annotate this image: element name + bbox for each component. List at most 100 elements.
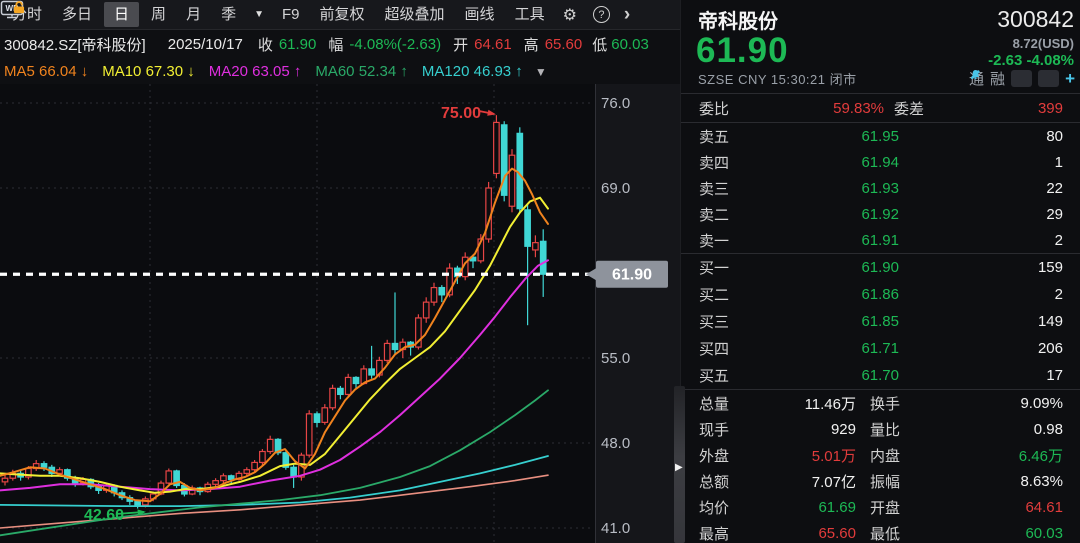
help-icon[interactable]: ? — [593, 6, 610, 23]
level-volume: 29 — [899, 206, 1063, 223]
stock-name: 帝科股份 — [698, 5, 778, 34]
toolbar-item-画线[interactable]: 画线 — [455, 0, 505, 29]
kline-chart[interactable]: 76.069.055.048.041.061.9075.0042.60 — [0, 84, 680, 543]
toolbar-item-超级叠加[interactable]: 超级叠加 — [375, 0, 455, 29]
ma-item-ma10: MA10 67.30 ↓ — [102, 63, 195, 80]
level-label: 买四 — [699, 338, 759, 359]
bid-row[interactable]: 买一61.90159 — [681, 254, 1080, 281]
quote-panel: 帝科股份 300842 61.90 8.72(USD) -2.63 -4.08%… — [680, 0, 1080, 543]
stock-terminal-window: 分时多日日周月季▼F9前复权超级叠加画线工具⚙?› 300842.SZ[帝科股份… — [0, 0, 1080, 543]
level-price[interactable]: 61.70 — [759, 367, 899, 384]
stat-value: 61.69 — [761, 499, 856, 516]
ask-row[interactable]: 卖三61.9322 — [681, 175, 1080, 201]
ma-item-ma60: MA60 52.34 ↑ — [315, 63, 408, 80]
ma-line-ma10 — [0, 198, 548, 493]
margin-tag-融: 融 — [990, 68, 1005, 89]
level-volume: 17 — [899, 367, 1063, 384]
toolbar-item-工具[interactable]: 工具 — [505, 0, 555, 29]
level-label: 卖三 — [699, 178, 759, 199]
edit-button[interactable] — [1011, 70, 1032, 87]
low-value: 60.03 — [611, 36, 649, 53]
stats-row: 总额7.07亿振幅8.63% — [681, 468, 1080, 494]
alert-button[interactable] — [1038, 70, 1059, 87]
info-segment: 高 — [524, 34, 539, 55]
axis-tick: 55.0 — [601, 350, 630, 367]
info-segment: 65.60 — [545, 36, 583, 53]
stats-row: 均价61.69开盘64.61 — [681, 494, 1080, 520]
period-dropdown-icon[interactable]: ▼ — [246, 9, 272, 20]
toolbar-item-日[interactable]: 日 — [104, 2, 139, 27]
stock-code: 300842 — [997, 6, 1074, 33]
level-volume: 1 — [899, 154, 1063, 171]
bid-row[interactable]: 买四61.71206 — [681, 335, 1080, 362]
expand-arrow-icon[interactable]: ▶ — [675, 462, 683, 473]
quote-info-bar: 300842.SZ[帝科股份]2025/10/17收61.90幅-4.08%(-… — [0, 30, 680, 58]
collapse-indicator-icon[interactable]: ▼ — [535, 65, 547, 79]
toolbar-item-周[interactable]: 周 — [141, 0, 176, 29]
price-change: -2.63 -4.08% — [988, 52, 1074, 69]
level-price[interactable]: 61.85 — [759, 313, 899, 330]
level-price[interactable]: 61.71 — [759, 340, 899, 357]
stat-label: 量比 — [870, 419, 932, 440]
stat-value: 929 — [761, 421, 856, 438]
ask-queue: 卖五61.9580卖四61.941卖三61.9322卖二61.9229卖一61.… — [681, 123, 1080, 254]
ma-item-ma120: MA120 46.93 ↑ — [422, 63, 523, 80]
level-price[interactable]: 61.93 — [759, 180, 899, 197]
bid-row[interactable]: 买二61.862 — [681, 281, 1080, 308]
axis-tick: 69.0 — [601, 180, 630, 197]
market-status: SZSE CNY 15:30:21 闭市 — [698, 69, 857, 88]
level-label: 卖一 — [699, 230, 759, 251]
stat-label: 总额 — [699, 471, 761, 492]
stats-row: 总量11.46万换手9.09% — [681, 390, 1080, 416]
level-price[interactable]: 61.92 — [759, 206, 899, 223]
add-watchlist-button[interactable]: + — [1065, 70, 1075, 87]
level-label: 卖四 — [699, 152, 759, 173]
chart-column: 分时多日日周月季▼F9前复权超级叠加画线工具⚙?› 300842.SZ[帝科股份… — [0, 0, 680, 543]
info-segment: 低 — [592, 34, 607, 55]
ma-item-ma20: MA20 63.05 ↑ — [209, 63, 302, 80]
level-price[interactable]: 61.95 — [759, 128, 899, 145]
level-volume: 206 — [899, 340, 1063, 357]
stat-label: 外盘 — [699, 445, 761, 466]
level-label: 买五 — [699, 365, 759, 386]
stat-label: 换手 — [870, 393, 932, 414]
bid-row[interactable]: 买三61.85149 — [681, 308, 1080, 335]
gear-icon[interactable]: ⚙ — [555, 5, 585, 25]
toolbar-item-前复权[interactable]: 前复权 — [310, 0, 375, 29]
info-segment: 收 — [258, 34, 273, 55]
level-price[interactable]: 61.90 — [759, 259, 899, 276]
ma-item-ma5: MA5 66.04 ↓ — [4, 63, 88, 80]
usd-price: 8.72(USD) — [1013, 36, 1074, 51]
info-segment: 64.61 — [474, 36, 512, 53]
toolbar-item-月[interactable]: 月 — [176, 0, 211, 29]
bell-icon — [969, 68, 982, 81]
period-toolbar: 分时多日日周月季▼F9前复权超级叠加画线工具⚙?› — [0, 0, 680, 30]
kline-chart-area[interactable]: 76.069.055.048.041.061.9075.0042.60 — [0, 84, 680, 543]
toolbar-item-F9[interactable]: F9 — [272, 0, 310, 29]
axis-tick: 76.0 — [601, 95, 630, 112]
quote-header: 帝科股份 300842 61.90 8.72(USD) -2.63 -4.08%… — [681, 0, 1080, 94]
level-volume: 2 — [899, 232, 1063, 249]
weibi-value: 59.83% — [759, 100, 884, 117]
ask-row[interactable]: 卖四61.941 — [681, 149, 1080, 175]
ask-row[interactable]: 卖一61.912 — [681, 227, 1080, 253]
last-price: 61.90 — [696, 31, 789, 71]
stat-label: 现手 — [699, 419, 761, 440]
level-price[interactable]: 61.86 — [759, 286, 899, 303]
panel-splitter[interactable]: ▶ — [674, 386, 685, 543]
weibi-row: 委比59.83%委差399 — [681, 94, 1080, 123]
stats-row: 现手929量比0.98 — [681, 416, 1080, 442]
stat-value: 6.46万 — [932, 445, 1063, 466]
chevron-right-icon[interactable]: › — [618, 1, 636, 28]
info-segment: 2025/10/17 — [168, 36, 243, 53]
axis-tick: 48.0 — [601, 435, 630, 452]
level-price[interactable]: 61.94 — [759, 154, 899, 171]
ask-row[interactable]: 卖五61.9580 — [681, 123, 1080, 149]
toolbar-item-季[interactable]: 季 — [211, 0, 246, 29]
toolbar-item-多日[interactable]: 多日 — [52, 0, 102, 29]
bid-row[interactable]: 买五61.7017 — [681, 362, 1080, 389]
ask-row[interactable]: 卖二61.9229 — [681, 201, 1080, 227]
chart-annotation: 75.00 — [441, 105, 481, 122]
info-segment: 300842.SZ[帝科股份] — [4, 34, 146, 55]
level-price[interactable]: 61.91 — [759, 232, 899, 249]
